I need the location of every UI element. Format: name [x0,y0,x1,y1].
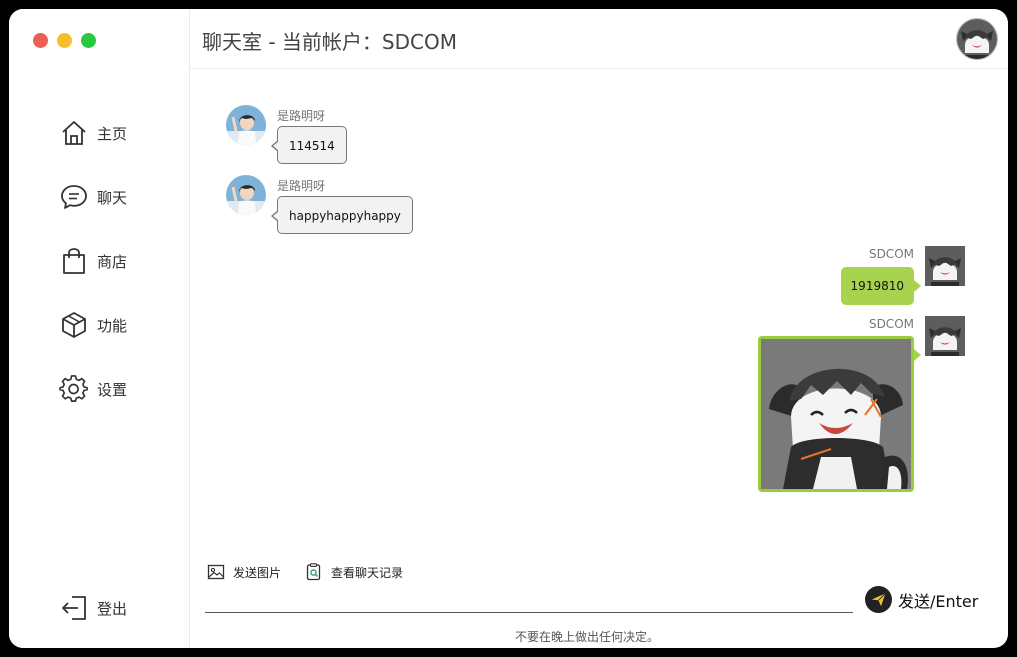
sender-avatar[interactable] [226,105,266,145]
logout-label: 登出 [97,599,128,618]
sidebar-item-label: 主页 [97,124,128,143]
chat-history-button[interactable]: 查看聊天记录 [305,563,403,581]
sender-name: 是路明呀 [277,179,326,193]
sender-name: SDCOM [868,247,914,261]
footer-motto: 不要在晚上做出任何决定。 [515,630,660,644]
sidebar-item-settings[interactable]: 设置 [59,369,169,409]
message-text: 1919810 [850,279,904,293]
shopping-bag-icon [63,248,85,274]
sender-name: SDCOM [868,317,914,331]
minimize-window-button[interactable] [57,33,72,48]
send-icon [865,586,892,613]
outgoing-message-bubble[interactable]: 1919810 [840,267,922,305]
own-avatar[interactable] [925,246,965,286]
incoming-message-bubble[interactable]: 114514 [271,126,347,164]
wolf-avatar-icon [925,316,965,356]
own-avatar[interactable] [925,316,965,356]
sidebar-item-home[interactable]: 主页 [59,113,169,153]
boy-avatar-icon [226,175,266,215]
input-underline [205,612,853,613]
chat-icon [61,185,87,209]
header: 聊天室 - 当前帐户：SDCOM [190,9,1008,69]
send-image-label: 发送图片 [233,565,282,580]
send-button-label: 发送/Enter [898,591,979,611]
sidebar-item-chat[interactable]: 聊天 [59,177,169,217]
sender-avatar[interactable] [226,175,266,215]
user-avatar[interactable] [956,18,998,60]
sidebar-item-label: 聊天 [97,188,128,207]
cube-icon [62,312,86,338]
message-text: happyhappyhappy [289,209,401,223]
wolf-avatar-icon [957,19,997,59]
page-title: 聊天室 - 当前帐户：SDCOM [202,30,457,54]
app-window: 主页 聊天 商店 功能 设置 登出 聊天室 - 当前帐户：SDCOM 是路明呀 … [9,9,1008,648]
image-icon [207,564,225,580]
sender-name: 是路明呀 [277,109,326,123]
home-icon [62,121,86,145]
sidebar-item-label: 设置 [97,380,128,399]
image-message-bubble[interactable] [758,336,921,492]
sidebar-item-features[interactable]: 功能 [59,305,169,345]
chat-history-label: 查看聊天记录 [331,565,404,580]
close-window-button[interactable] [33,33,48,48]
sidebar-item-shop[interactable]: 商店 [59,241,169,281]
boy-avatar-icon [226,105,266,145]
wolf-sticker-image [761,339,911,489]
sidebar-item-label: 商店 [97,252,128,271]
wolf-avatar-icon [925,246,965,286]
search-history-icon [306,563,321,581]
message-input[interactable] [205,591,857,613]
logout-icon [62,596,86,620]
incoming-message-bubble[interactable]: happyhappyhappy [271,196,413,234]
gear-icon [59,375,88,402]
maximize-window-button[interactable] [81,33,96,48]
logout-button[interactable]: 登出 [59,593,127,623]
sidebar: 主页 聊天 商店 功能 设置 登出 [9,9,190,648]
message-text: 114514 [289,139,335,153]
send-image-button[interactable]: 发送图片 [207,563,281,581]
send-button[interactable]: 发送/Enter [865,586,978,613]
sidebar-item-label: 功能 [97,316,128,335]
